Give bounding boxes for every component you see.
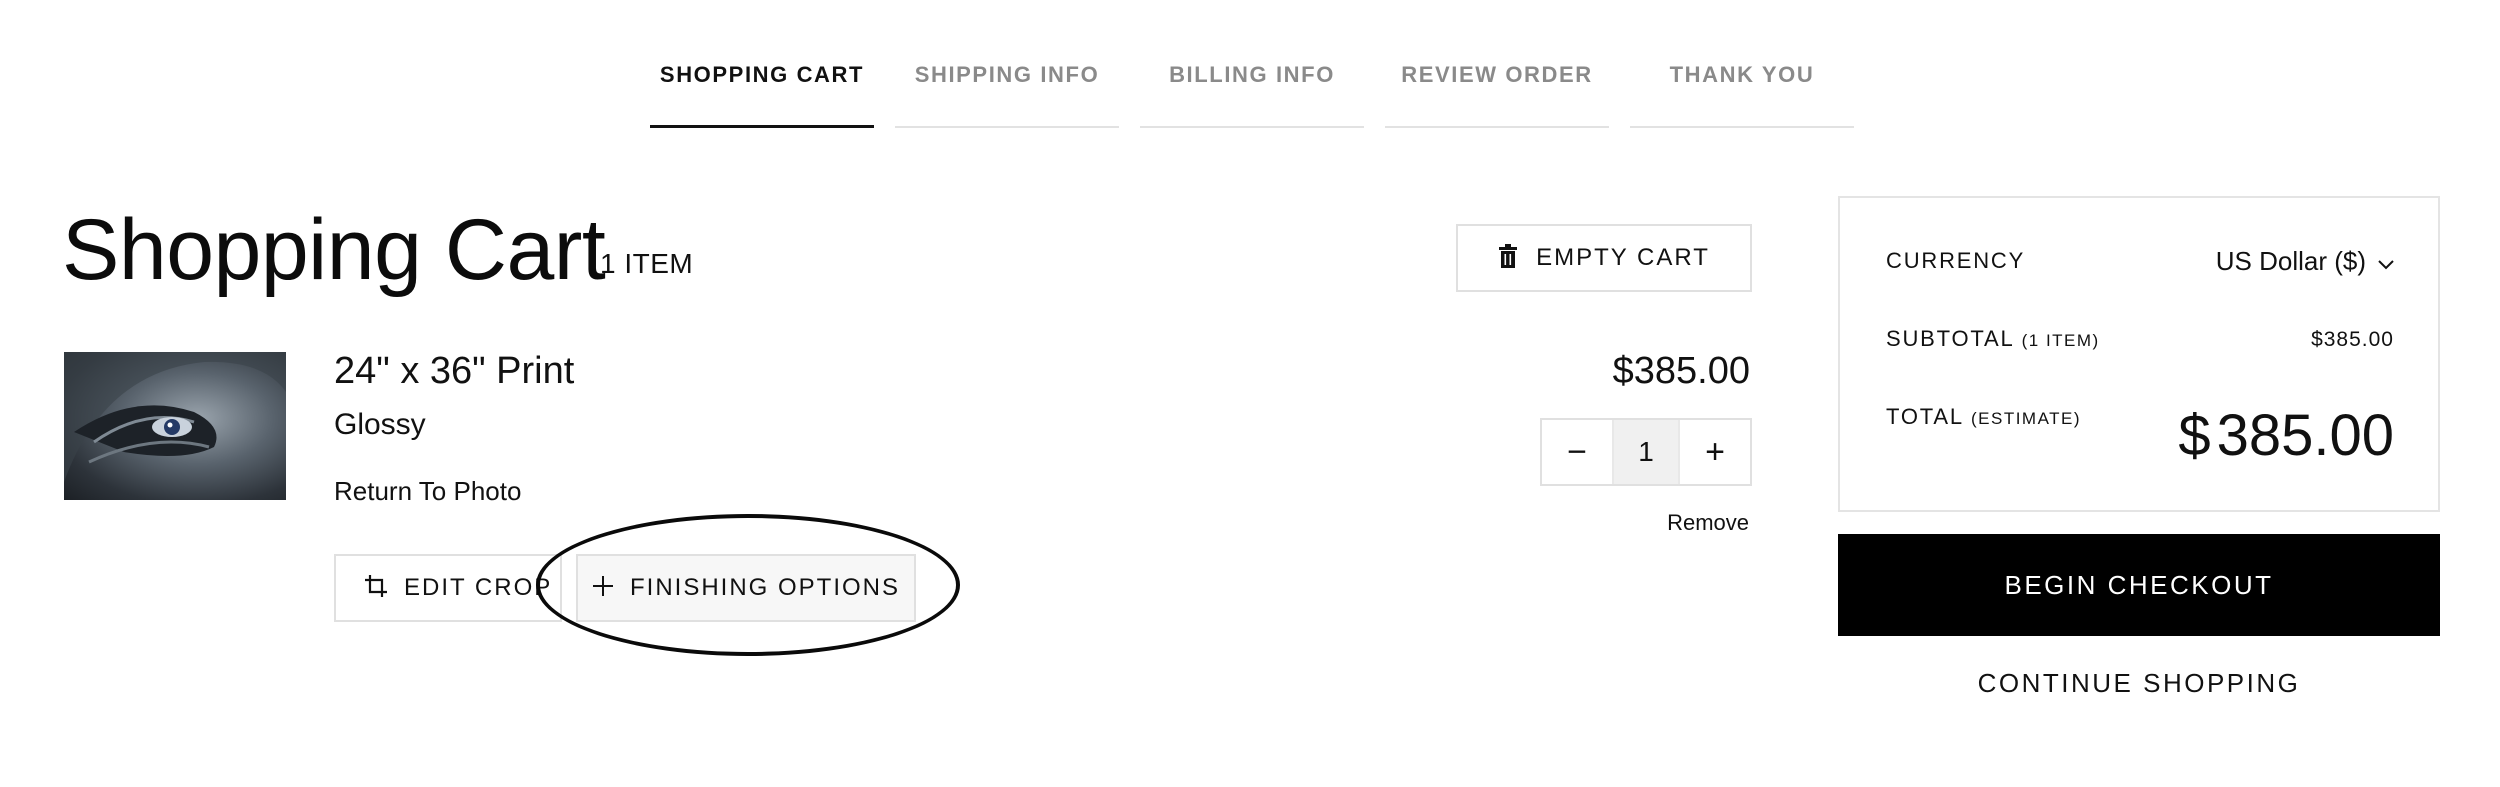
order-summary: CURRENCY US Dollar ($) SUBTOTAL (1 ITEM)… bbox=[1838, 196, 2440, 512]
finishing-options-label: FINISHING OPTIONS bbox=[629, 574, 900, 601]
increment-button[interactable]: + bbox=[1680, 420, 1750, 484]
begin-checkout-button[interactable]: BEGIN CHECKOUT bbox=[1838, 534, 2440, 636]
step-label: BILLING INFO bbox=[1169, 62, 1335, 87]
total-value: $385.00 bbox=[2178, 402, 2394, 469]
crop-icon bbox=[364, 574, 388, 603]
step-label: THANK YOU bbox=[1669, 62, 1815, 87]
item-thumbnail[interactable] bbox=[64, 352, 286, 500]
finishing-options-button[interactable]: FINISHING OPTIONS bbox=[576, 554, 916, 622]
total-label: TOTAL (ESTIMATE) bbox=[1886, 404, 2081, 430]
checkout-steps: SHOPPING CART SHIPPING INFO BILLING INFO… bbox=[650, 0, 1854, 128]
currency-select[interactable]: US Dollar ($) bbox=[2216, 246, 2394, 277]
total-currency: $ bbox=[2178, 403, 2211, 468]
item-count: 1 ITEM bbox=[600, 248, 694, 279]
subtotal-label-text: SUBTOTAL bbox=[1886, 326, 2014, 351]
trash-icon bbox=[1498, 243, 1518, 273]
item-price: $385.00 bbox=[1612, 350, 1750, 392]
decrement-button[interactable]: − bbox=[1542, 420, 1612, 484]
page-title: Shopping Cart bbox=[62, 202, 606, 298]
return-to-photo-link[interactable]: Return To Photo bbox=[334, 476, 521, 507]
total-label-text: TOTAL bbox=[1886, 404, 1964, 429]
quantity-value[interactable]: 1 bbox=[1612, 420, 1680, 484]
remove-link[interactable]: Remove bbox=[1667, 510, 1749, 536]
empty-cart-label: EMPTY CART bbox=[1536, 244, 1710, 271]
currency-value: US Dollar ($) bbox=[2215, 246, 2366, 276]
step-billing-info[interactable]: BILLING INFO bbox=[1140, 0, 1364, 128]
chevron-down-icon bbox=[2378, 246, 2394, 277]
subtotal-label: SUBTOTAL (1 ITEM) bbox=[1886, 326, 2100, 352]
step-label: REVIEW ORDER bbox=[1401, 62, 1593, 87]
step-thank-you[interactable]: THANK YOU bbox=[1630, 0, 1854, 128]
item-name: 24" x 36" Print bbox=[334, 350, 575, 392]
total-note: (ESTIMATE) bbox=[1970, 409, 2082, 428]
step-review-order[interactable]: REVIEW ORDER bbox=[1385, 0, 1609, 128]
edit-crop-button[interactable]: EDIT CROP bbox=[334, 554, 562, 622]
total-amount: 385.00 bbox=[2216, 403, 2394, 468]
quantity-stepper: − 1 + bbox=[1540, 418, 1752, 486]
photo-thumbnail-icon bbox=[64, 352, 286, 482]
continue-shopping-link[interactable]: CONTINUE SHOPPING bbox=[1838, 668, 2440, 699]
plus-icon bbox=[592, 575, 614, 602]
edit-crop-label: EDIT CROP bbox=[404, 574, 553, 601]
step-label: SHOPPING CART bbox=[659, 62, 865, 87]
empty-cart-button[interactable]: EMPTY CART bbox=[1456, 224, 1752, 292]
item-finish: Glossy bbox=[334, 408, 426, 441]
subtotal-note: (1 ITEM) bbox=[2021, 331, 2100, 350]
step-shipping-info[interactable]: SHIPPING INFO bbox=[895, 0, 1119, 128]
step-shopping-cart[interactable]: SHOPPING CART bbox=[650, 0, 874, 128]
currency-label: CURRENCY bbox=[1886, 248, 2026, 273]
step-label: SHIPPING INFO bbox=[914, 62, 1100, 87]
subtotal-value: $385.00 bbox=[2311, 328, 2394, 351]
